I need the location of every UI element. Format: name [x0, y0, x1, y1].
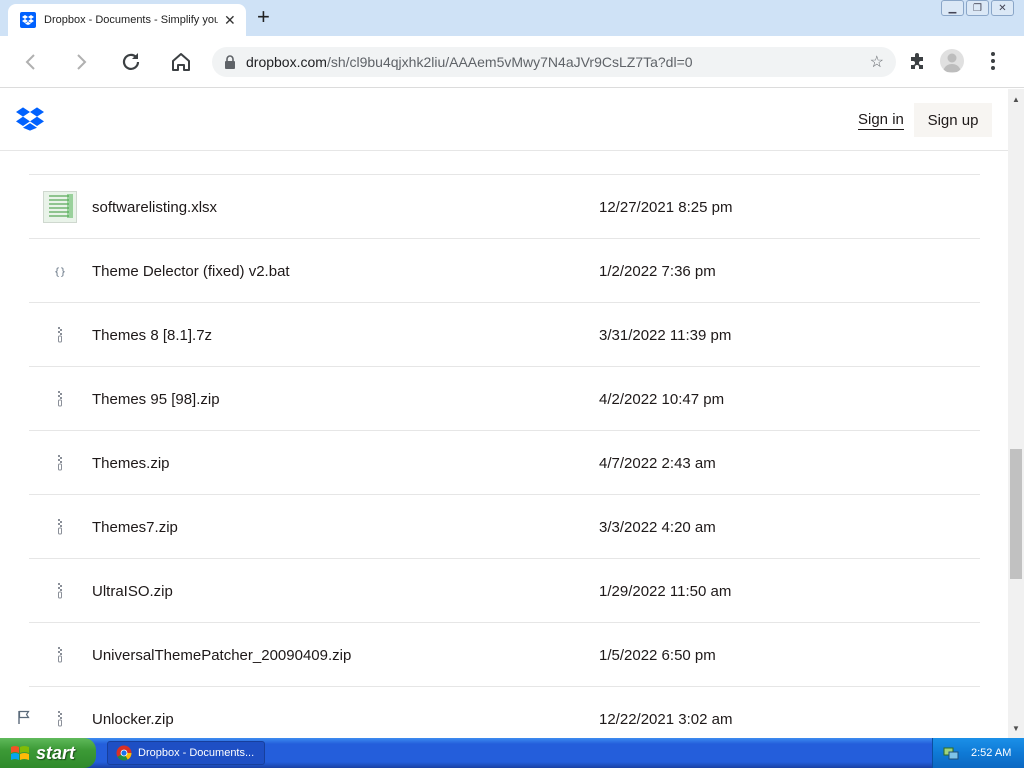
file-name[interactable]: Themes 8 [8.1].7z: [92, 327, 212, 344]
reload-button[interactable]: [117, 48, 145, 76]
address-bar[interactable]: dropbox.com/sh/cl9bu4qjxhk2liu/AAAem5vMw…: [212, 47, 896, 77]
file-name[interactable]: Unlocker.zip: [92, 711, 174, 728]
file-list: softwarelisting.xlsx 12/27/2021 8:25 pm {}…: [29, 174, 980, 738]
zip-file-icon: [43, 575, 77, 607]
window-controls: ▁ ❐ ✕: [941, 0, 1014, 16]
clock: 2:52 AM: [971, 747, 1012, 759]
back-button[interactable]: [17, 48, 45, 76]
maximize-button[interactable]: ❐: [966, 0, 989, 16]
scroll-down-arrow-icon[interactable]: ▼: [1008, 720, 1024, 736]
file-modified-date: 3/3/2022 4:20 am: [599, 519, 716, 536]
taskbar-item-chrome[interactable]: Dropbox - Documents...: [107, 741, 265, 765]
browser-tab[interactable]: Dropbox - Documents - Simplify your ✕: [8, 4, 246, 36]
start-label: start: [36, 742, 76, 763]
zip-file-icon: [43, 319, 77, 351]
zip-file-icon: [43, 639, 77, 671]
svg-text:{}: {}: [54, 267, 66, 278]
dropbox-header: Sign in Sign up: [0, 89, 1008, 151]
file-modified-date: 12/22/2021 3:02 am: [599, 711, 733, 728]
tab-title: Dropbox - Documents - Simplify your: [44, 14, 218, 26]
close-window-button[interactable]: ✕: [991, 0, 1014, 16]
file-name[interactable]: Theme Delector (fixed) v2.bat: [92, 263, 290, 280]
forward-arrow-icon: [77, 54, 87, 70]
scroll-thumb[interactable]: [1010, 449, 1022, 579]
tab-strip: Dropbox - Documents - Simplify your ✕ + …: [0, 0, 1024, 36]
file-name[interactable]: Themes 95 [98].zip: [92, 391, 220, 408]
person-icon: [943, 53, 961, 72]
chrome-icon: [116, 745, 132, 761]
puzzle-icon: [911, 53, 923, 69]
file-name[interactable]: Themes.zip: [92, 455, 170, 472]
file-row[interactable]: Themes 8 [8.1].7z 3/31/2022 11:39 pm: [29, 302, 980, 366]
vertical-scrollbar[interactable]: ▲ ▼: [1008, 89, 1024, 738]
home-icon: [172, 53, 190, 71]
zip-file-icon: [43, 511, 77, 543]
dropbox-logo[interactable]: [16, 107, 44, 136]
file-row[interactable]: Unlocker.zip 12/22/2021 3:02 am: [29, 686, 980, 738]
file-name[interactable]: UniversalThemePatcher_20090409.zip: [92, 647, 351, 664]
profile-avatar[interactable]: [940, 49, 964, 73]
zip-file-icon: [43, 703, 77, 735]
flag-icon[interactable]: [17, 710, 31, 729]
url-text: dropbox.com/sh/cl9bu4qjxhk2liu/AAAem5vMw…: [246, 54, 870, 70]
file-modified-date: 12/27/2021 8:25 pm: [599, 199, 733, 216]
kebab-menu-icon: [991, 52, 995, 70]
bookmark-star-icon[interactable]: ☆: [870, 52, 884, 72]
windows-taskbar: start Dropbox - Documents... 2:52 AM: [0, 738, 1024, 768]
file-row[interactable]: Themes7.zip 3/3/2022 4:20 am: [29, 494, 980, 558]
home-button[interactable]: [167, 48, 195, 76]
windows-logo-icon: [11, 746, 29, 760]
close-tab-icon[interactable]: ✕: [224, 12, 236, 29]
network-icon[interactable]: [943, 745, 959, 761]
start-button[interactable]: start: [0, 738, 96, 768]
zip-file-icon: [43, 383, 77, 415]
file-modified-date: 4/2/2022 10:47 pm: [599, 391, 725, 408]
browser-menu-button[interactable]: [985, 51, 1001, 76]
file-name[interactable]: softwarelisting.xlsx: [92, 199, 217, 216]
code-file-icon: {}: [43, 255, 77, 287]
file-row[interactable]: softwarelisting.xlsx 12/27/2021 8:25 pm: [29, 174, 980, 238]
file-modified-date: 1/2/2022 7:36 pm: [599, 263, 716, 280]
file-modified-date: 3/31/2022 11:39 pm: [599, 327, 732, 344]
taskbar-item-label: Dropbox - Documents...: [138, 747, 255, 759]
file-row[interactable]: Themes 95 [98].zip 4/2/2022 10:47 pm: [29, 366, 980, 430]
url-host: dropbox.com: [246, 54, 327, 70]
file-name[interactable]: UltraISO.zip: [92, 583, 173, 600]
scroll-up-arrow-icon[interactable]: ▲: [1008, 91, 1024, 107]
sign-in-link[interactable]: Sign in: [858, 111, 904, 130]
file-modified-date: 1/5/2022 6:50 pm: [599, 647, 716, 664]
system-tray: 2:52 AM: [932, 738, 1024, 768]
lock-icon: [225, 55, 235, 69]
spreadsheet-thumbnail-icon: [43, 191, 77, 223]
dropbox-logo-icon: [16, 107, 44, 131]
file-name[interactable]: Themes7.zip: [92, 519, 178, 536]
new-tab-button[interactable]: +: [257, 4, 270, 30]
file-modified-date: 1/29/2022 11:50 am: [599, 583, 732, 600]
file-row[interactable]: Themes.zip 4/7/2022 2:43 am: [29, 430, 980, 494]
minimize-button[interactable]: ▁: [941, 0, 964, 16]
file-modified-date: 4/7/2022 2:43 am: [599, 455, 716, 472]
forward-button[interactable]: [67, 48, 95, 76]
reload-icon: [122, 53, 140, 70]
extensions-button[interactable]: [908, 51, 928, 76]
sign-up-button[interactable]: Sign up: [914, 103, 992, 137]
page-viewport: Sign in Sign up softwarelisting.xlsx 12/2…: [0, 89, 1008, 738]
browser-toolbar: dropbox.com/sh/cl9bu4qjxhk2liu/AAAem5vMw…: [0, 36, 1024, 88]
dropbox-favicon-icon: [20, 12, 36, 28]
back-arrow-icon: [25, 54, 35, 70]
file-row[interactable]: UniversalThemePatcher_20090409.zip 1/5/20…: [29, 622, 980, 686]
file-row[interactable]: UltraISO.zip 1/29/2022 11:50 am: [29, 558, 980, 622]
zip-file-icon: [43, 447, 77, 479]
url-path: /sh/cl9bu4qjxhk2liu/AAAem5vMwy7N4aJVr9Cs…: [326, 54, 693, 70]
file-row[interactable]: {} Theme Delector (fixed) v2.bat 1/2/2022 …: [29, 238, 980, 302]
